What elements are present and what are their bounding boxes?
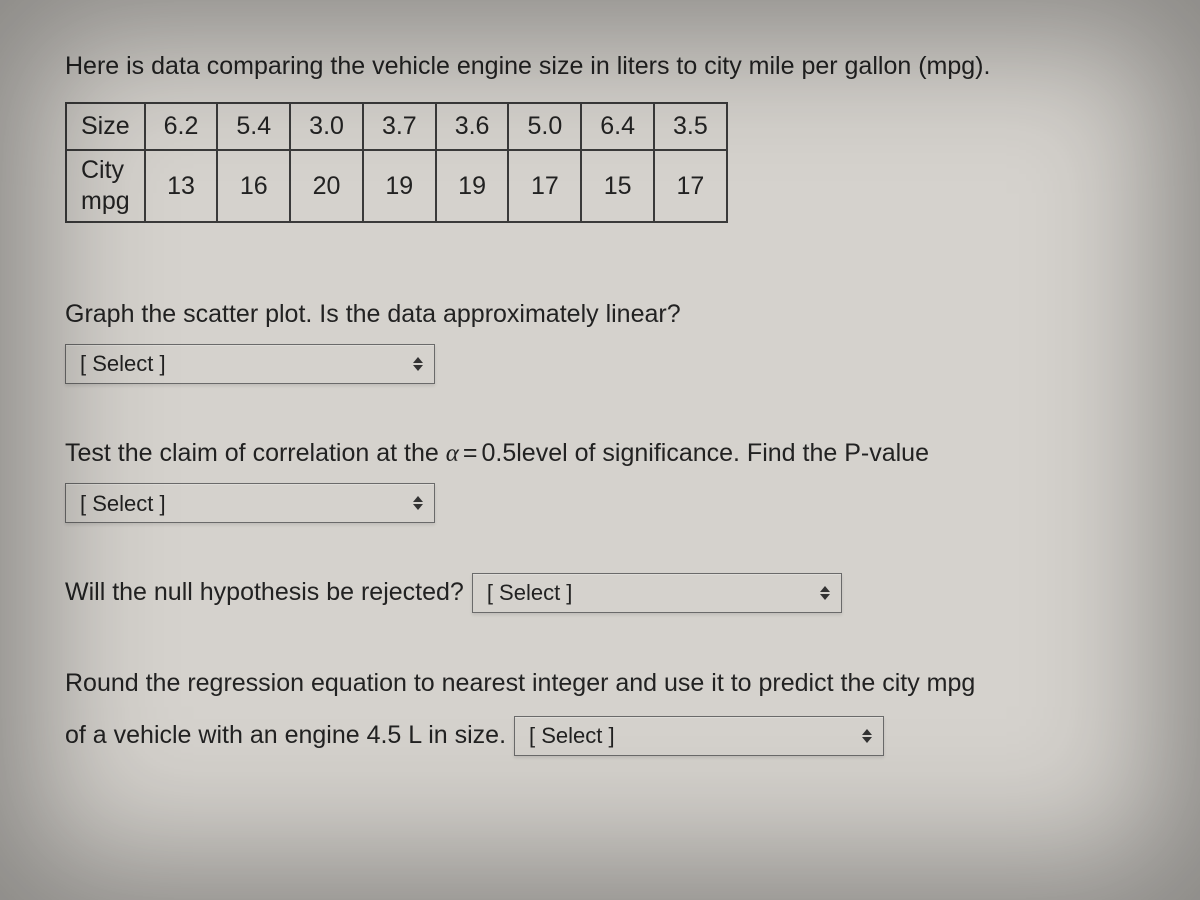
q2-text-a: Test the claim of correlation at the (65, 439, 446, 467)
q2-text-b: level of significance. Find the P-value (516, 439, 929, 467)
cell: 5.4 (217, 103, 290, 150)
stepper-icon (412, 495, 424, 511)
stepper-icon (412, 356, 424, 372)
cell: 3.5 (654, 103, 727, 150)
row-label-size: Size (66, 103, 145, 150)
question-4-line2: of a vehicle with an engine 4.5 L in siz… (65, 714, 506, 757)
select-predict-mpg[interactable]: [ Select ] (514, 716, 884, 756)
row-label-mpg: mpg (81, 187, 130, 215)
select-linear[interactable]: [ Select ] (65, 344, 435, 384)
cell: 3.7 (363, 103, 436, 150)
question-4: Round the regression equation to nearest… (65, 662, 1135, 757)
stepper-icon (819, 585, 831, 601)
cell: 15 (581, 150, 654, 223)
question-2: Test the claim of correlation at the α=0… (65, 432, 1135, 524)
cell: 3.0 (290, 103, 363, 150)
question-3: Will the null hypothesis be rejected? [ … (65, 571, 1135, 614)
cell: 17 (508, 150, 581, 223)
question-1-prompt: Graph the scatter plot. Is the data appr… (65, 293, 1135, 336)
question-4-line1: Round the regression equation to nearest… (65, 662, 1135, 705)
alpha-value: 0.5 (481, 439, 516, 467)
select-reject-null[interactable]: [ Select ] (472, 573, 842, 613)
cell: 5.0 (508, 103, 581, 150)
question-intro: Here is data comparing the vehicle engin… (65, 50, 1135, 84)
data-table: Size 6.2 5.4 3.0 3.7 3.6 5.0 6.4 3.5 Cit… (65, 102, 728, 224)
stepper-icon (861, 728, 873, 744)
select-pvalue[interactable]: [ Select ] (65, 483, 435, 523)
alpha-symbol: α (446, 440, 459, 467)
table-row: Size 6.2 5.4 3.0 3.7 3.6 5.0 6.4 3.5 (66, 103, 727, 150)
select-placeholder: [ Select ] (80, 485, 166, 522)
select-placeholder: [ Select ] (529, 717, 615, 754)
cell: 16 (217, 150, 290, 223)
cell: 6.4 (581, 103, 654, 150)
cell: 19 (436, 150, 509, 223)
row-label-city-mpg: City mpg (66, 150, 145, 223)
cell: 13 (145, 150, 218, 223)
question-3-prompt: Will the null hypothesis be rejected? (65, 571, 464, 614)
cell: 6.2 (145, 103, 218, 150)
select-placeholder: [ Select ] (487, 574, 573, 611)
cell: 20 (290, 150, 363, 223)
cell: 17 (654, 150, 727, 223)
equals-symbol: = (459, 439, 482, 467)
table-row: City mpg 13 16 20 19 19 17 15 17 (66, 150, 727, 223)
cell: 3.6 (436, 103, 509, 150)
question-1: Graph the scatter plot. Is the data appr… (65, 293, 1135, 384)
row-label-city: City (81, 156, 124, 184)
select-placeholder: [ Select ] (80, 345, 166, 382)
question-2-prompt: Test the claim of correlation at the α=0… (65, 432, 1135, 476)
cell: 19 (363, 150, 436, 223)
